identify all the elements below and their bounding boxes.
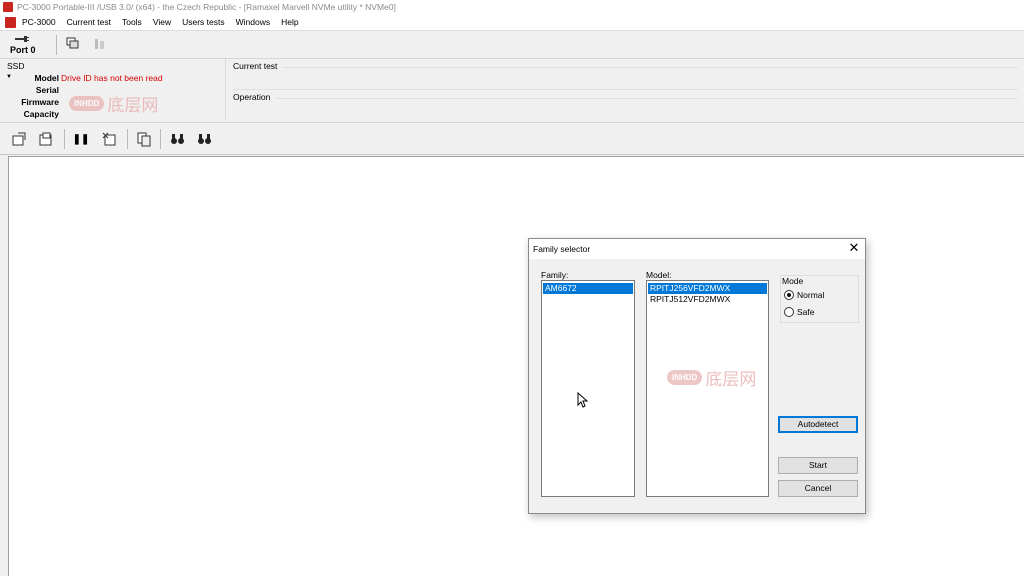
- watermark: INHDD 底层网: [667, 365, 756, 390]
- stop-test-icon[interactable]: [101, 131, 117, 147]
- cancel-button[interactable]: Cancel: [778, 480, 858, 497]
- family-listbox[interactable]: AM6672: [541, 280, 635, 497]
- mouse-cursor-icon: [577, 392, 589, 408]
- radio-unselected-icon[interactable]: [784, 307, 794, 317]
- save-test-icon[interactable]: [38, 131, 54, 147]
- menu-windows[interactable]: Windows: [236, 17, 270, 27]
- plug-icon: [15, 36, 29, 42]
- family-selector-dialog: Family selector ✕ Family: AM6672 Model: …: [528, 238, 866, 514]
- watermark-logo: INHDD: [69, 96, 105, 111]
- copy-icon[interactable]: [136, 131, 152, 147]
- watermark: INHDD 底层网: [69, 91, 158, 116]
- mode-safe-label: Safe: [797, 307, 815, 317]
- divider: [276, 98, 1018, 99]
- ssd-info-box: SSD ▼ Model Drive ID has not been read S…: [3, 59, 226, 119]
- model-value: Drive ID has not been read: [61, 73, 163, 83]
- toolbar-separator: [56, 35, 57, 55]
- tool-disabled-icon[interactable]: [92, 36, 108, 52]
- open-test-icon[interactable]: [11, 131, 27, 147]
- mode-group: Normal Safe: [780, 275, 859, 323]
- find-next-icon[interactable]: [196, 131, 212, 147]
- main-toolbar: Port 0: [0, 31, 1024, 59]
- model-item[interactable]: RPITJ512VFD2MWX: [648, 294, 767, 305]
- current-test-label: Current test: [233, 61, 278, 71]
- close-icon[interactable]: ✕: [847, 241, 861, 255]
- window-title: PC-3000 Portable-III /USB 3.0/ (x64) - t…: [17, 2, 396, 12]
- main-workspace: [8, 156, 1024, 576]
- port-label: Port 0: [10, 45, 36, 55]
- drive-info-panel: SSD ▼ Model Drive ID has not been read S…: [0, 59, 1024, 123]
- family-item-am6672[interactable]: AM6672: [543, 283, 633, 294]
- ssd-header: SSD: [7, 61, 25, 71]
- mode-normal-option[interactable]: Normal: [784, 290, 824, 300]
- family-label: Family:: [541, 270, 569, 280]
- divider: [233, 89, 1018, 90]
- title-bar: PC-3000 Portable-III /USB 3.0/ (x64) - t…: [0, 0, 1024, 15]
- toolbar-separator: [127, 129, 128, 149]
- menu-help[interactable]: Help: [281, 17, 298, 27]
- binoculars-icon[interactable]: [169, 131, 185, 147]
- port-button[interactable]: Port 0: [7, 34, 37, 56]
- serial-label: Serial: [35, 85, 59, 95]
- menu-tools[interactable]: Tools: [122, 17, 142, 27]
- test-toolbar: ❚❚: [0, 124, 1024, 155]
- watermark-logo: INHDD: [667, 370, 703, 385]
- pause-icon[interactable]: ❚❚: [73, 131, 90, 147]
- menu-pc3000[interactable]: PC-3000: [22, 17, 56, 27]
- pc3000-logo-icon[interactable]: [5, 17, 16, 28]
- operation-label: Operation: [233, 92, 271, 102]
- capacity-label: Capacity: [23, 109, 59, 119]
- watermark-text: 底层网: [705, 370, 757, 390]
- dialog-title-bar: Family selector ✕: [529, 239, 865, 259]
- app-icon: [3, 2, 13, 12]
- dialog-title: Family selector: [533, 244, 591, 254]
- watermark-text: 底层网: [107, 96, 159, 116]
- menu-bar: PC-3000 Current test Tools View Users te…: [0, 15, 1024, 31]
- mode-safe-option[interactable]: Safe: [784, 307, 815, 317]
- model-label: Model: [34, 73, 59, 83]
- mode-normal-label: Normal: [797, 290, 825, 300]
- toolbar-separator: [160, 129, 161, 149]
- divider: [283, 67, 1018, 68]
- windows-cascade-icon[interactable]: [65, 36, 81, 52]
- toolbar-separator: [64, 129, 65, 149]
- menu-users-tests[interactable]: Users tests: [182, 17, 225, 27]
- firmware-label: Firmware: [21, 97, 59, 107]
- menu-view[interactable]: View: [153, 17, 171, 27]
- radio-selected-icon[interactable]: [784, 290, 794, 300]
- autodetect-button[interactable]: Autodetect: [778, 416, 858, 433]
- menu-current-test[interactable]: Current test: [67, 17, 111, 27]
- start-button[interactable]: Start: [778, 457, 858, 474]
- model-item[interactable]: RPITJ256VFD2MWX: [648, 283, 767, 294]
- model-list-label: Model:: [646, 270, 672, 280]
